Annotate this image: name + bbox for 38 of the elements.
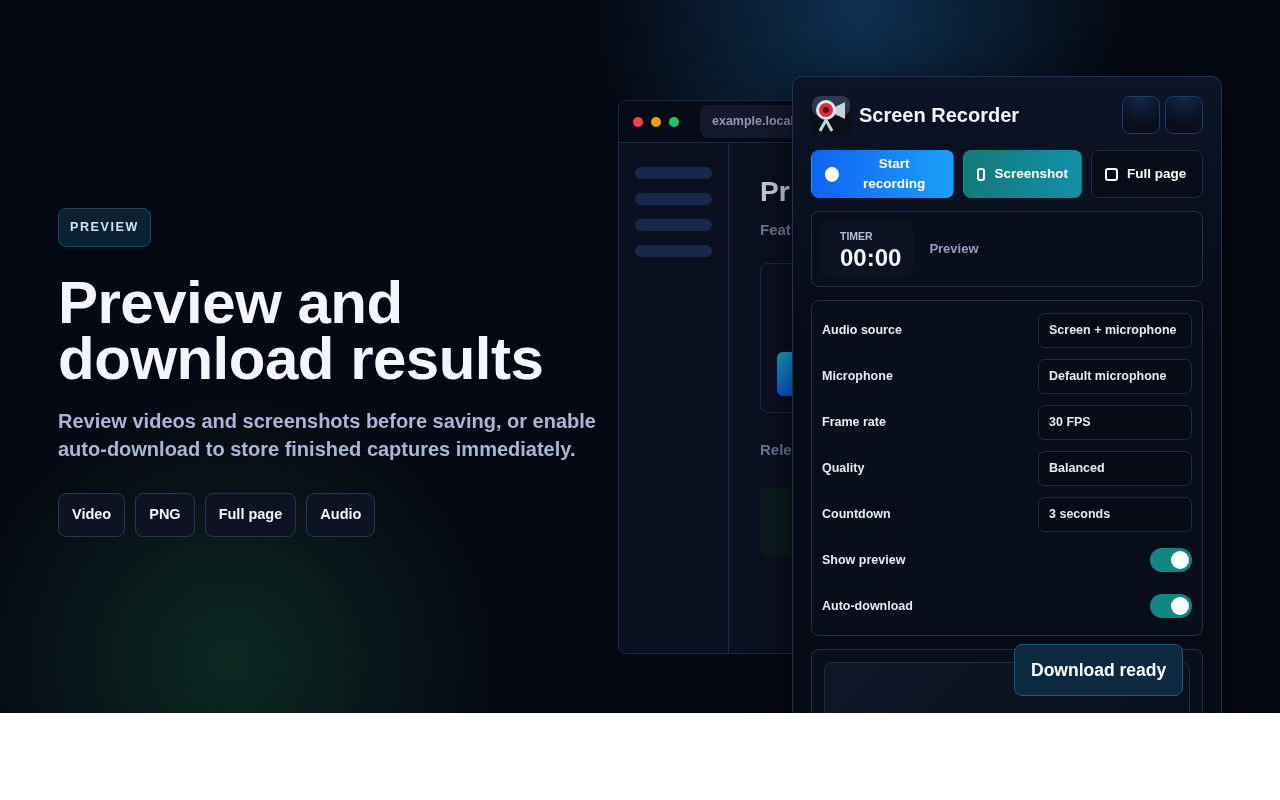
- setting-label: Microphone: [822, 367, 893, 385]
- setting-label: Quality: [822, 459, 865, 477]
- screenshot-button[interactable]: Screenshot: [963, 150, 1082, 198]
- dropdown-field[interactable]: 3 seconds: [1038, 496, 1192, 532]
- minimize-dot-icon: [651, 116, 661, 127]
- section-heading: Rele: [760, 440, 792, 460]
- setting-label: Frame rate: [822, 413, 886, 431]
- dropdown-field[interactable]: 30 FPS: [1038, 404, 1192, 440]
- page-subheading: Feat: [760, 220, 791, 240]
- setting-label: Show preview: [822, 551, 906, 569]
- feature-tag: PNG: [135, 492, 195, 537]
- camera-logo-icon: [811, 95, 851, 135]
- page-heading: Pr: [760, 175, 791, 209]
- timer-value: 00:00: [840, 244, 902, 271]
- dropdown-field[interactable]: Default microphone: [1038, 358, 1192, 394]
- close-dot-icon: [633, 116, 643, 127]
- hero-heading: Preview and download results: [58, 274, 545, 387]
- hero-description: Review videos and screenshots before saving, or enable auto-download to store finished captures immediately.: [58, 408, 597, 462]
- app-title: Screen Recorder: [859, 103, 1020, 128]
- maximize-dot-icon: [669, 116, 679, 127]
- dropdown-field[interactable]: Balanced: [1038, 450, 1192, 486]
- feature-tag: Full page: [204, 492, 297, 537]
- preview-label: Preview: [929, 240, 979, 259]
- setting-label: Audio source: [822, 321, 902, 339]
- preview-badge: PREVIEW: [58, 208, 151, 247]
- timer-label: TIMER: [840, 229, 874, 245]
- setting-label: Auto-download: [822, 597, 913, 615]
- download-toast: Download ready: [1014, 644, 1184, 697]
- feature-tag: Audio: [306, 492, 376, 537]
- record-icon: [825, 166, 840, 182]
- feature-tag: Video: [58, 492, 126, 537]
- square-icon: [1105, 167, 1118, 181]
- dropdown-field[interactable]: Screen + microphone: [1038, 312, 1192, 348]
- toggle-switch[interactable]: [1150, 548, 1192, 572]
- record-button[interactable]: Start recording: [811, 150, 954, 198]
- full-page-button[interactable]: Full page: [1091, 150, 1203, 198]
- toggle-switch[interactable]: [1150, 594, 1192, 618]
- setting-label: Countdown: [822, 505, 891, 523]
